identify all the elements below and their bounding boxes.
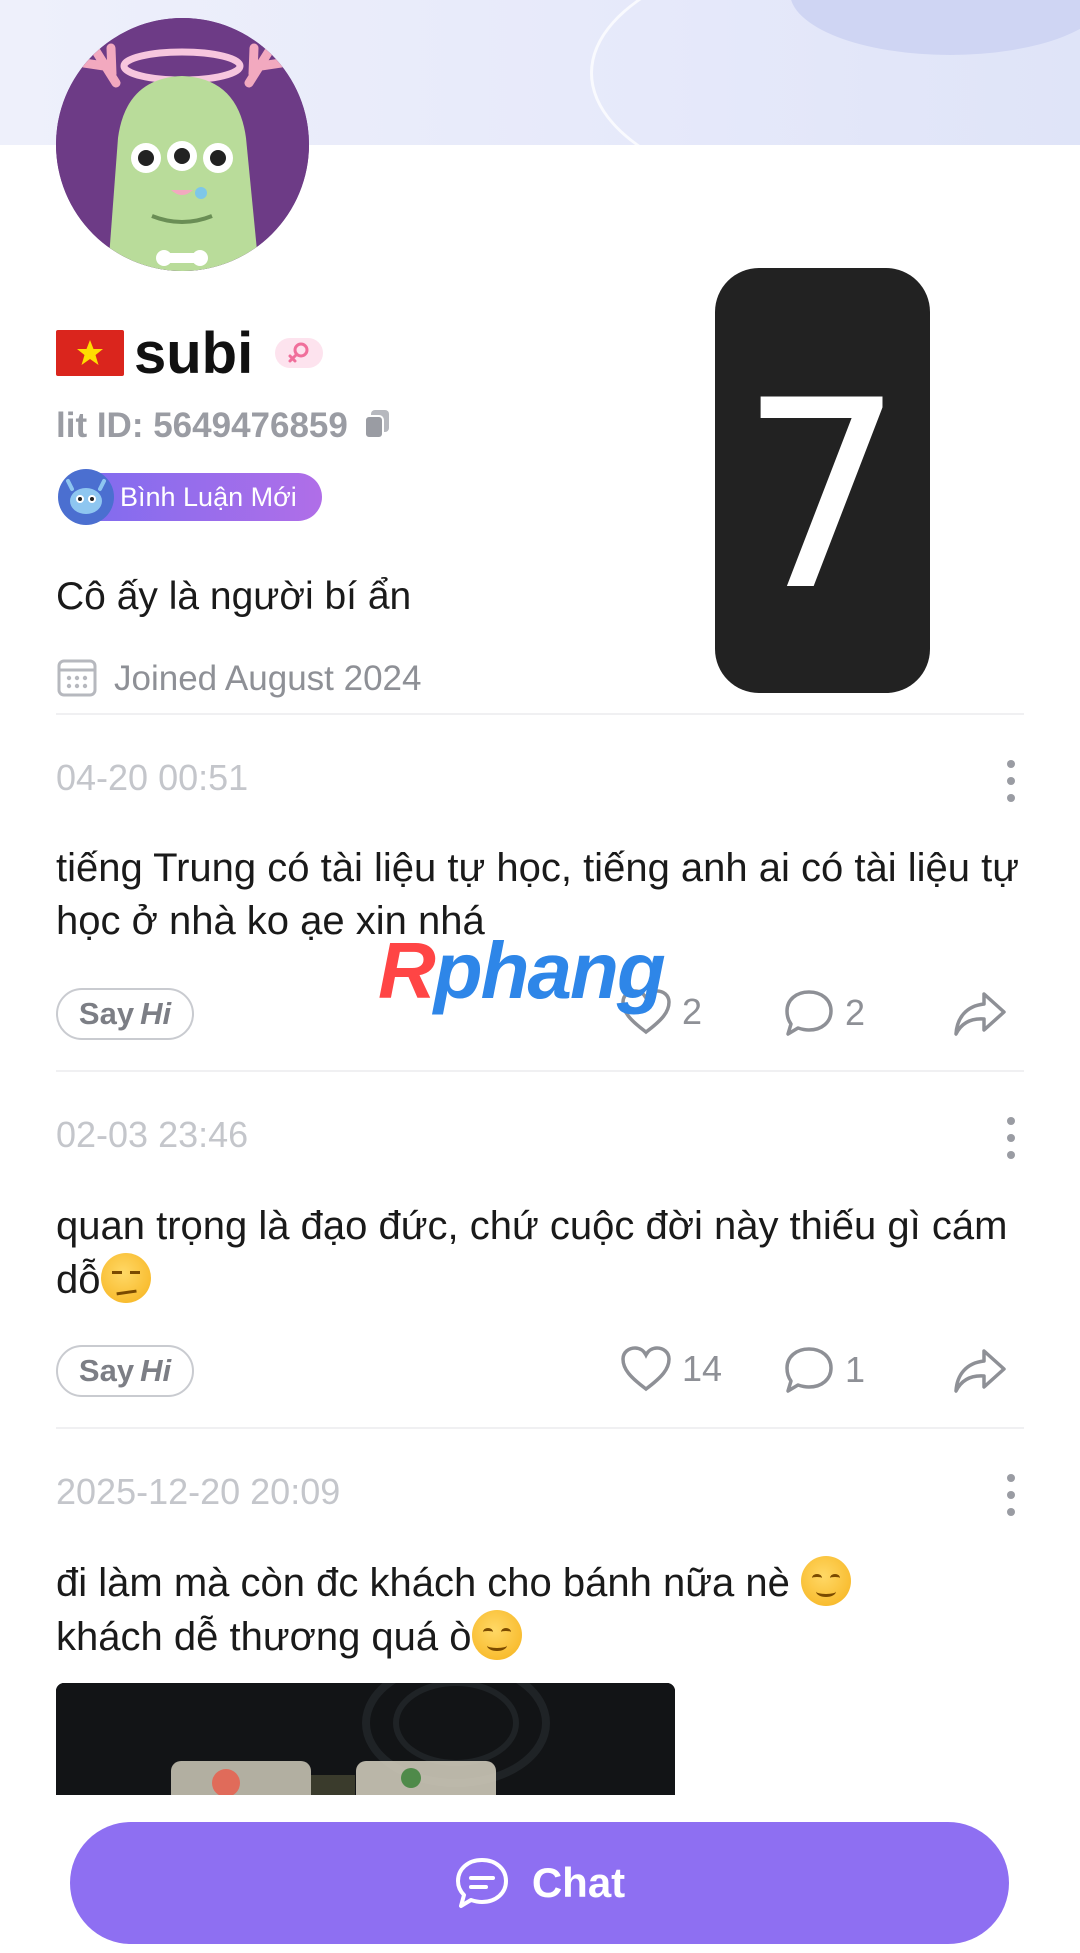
- share-arrow-icon: [954, 992, 1006, 1036]
- say-hi-button[interactable]: Say Hi: [56, 1345, 194, 1397]
- joined-row: Joined August 2024: [56, 655, 421, 703]
- say-hi-hi-label: Hi: [140, 996, 172, 1031]
- female-icon: [275, 338, 324, 368]
- username: subi: [134, 320, 254, 386]
- level-badge[interactable]: Bình Luận Mới: [58, 469, 322, 525]
- copy-icon[interactable]: [362, 408, 392, 445]
- smiling-emoji-icon: [801, 1556, 852, 1606]
- comment-button[interactable]: 1: [783, 1345, 865, 1395]
- more-options-icon[interactable]: [1006, 760, 1016, 802]
- comment-bubble-icon: [785, 990, 833, 1036]
- heart-icon: [621, 1346, 671, 1392]
- like-button[interactable]: 14: [620, 1345, 722, 1393]
- post-text-content: khách dễ thương quá ò: [56, 1615, 472, 1659]
- smirk-emoji-icon: [100, 1253, 151, 1303]
- like-count: 14: [682, 1348, 723, 1389]
- like-count: 2: [682, 991, 703, 1032]
- smiling-emoji-icon: [471, 1610, 522, 1660]
- post-text-content: quan trọng là đạo đức, chứ cuộc đời này …: [56, 1204, 1008, 1302]
- avatar[interactable]: [56, 18, 309, 271]
- joined-date: Joined August 2024: [114, 659, 422, 698]
- rank-number: 7: [739, 346, 904, 648]
- chat-button[interactable]: Chat: [70, 1822, 1009, 1944]
- name-row: subi: [56, 318, 324, 388]
- post-date: 02-03 23:46: [56, 1114, 249, 1155]
- lit-id: lit ID: 5649476859: [56, 406, 348, 445]
- post-date: 04-20 00:51: [56, 757, 249, 798]
- rank-number-tile: 7: [715, 268, 930, 693]
- level-badge-label: Bình Luận Mới: [120, 481, 297, 512]
- lit-id-row: lit ID: 5649476859: [56, 402, 392, 450]
- chat-button-label: Chat: [531, 1859, 626, 1906]
- comment-count: 2: [845, 992, 866, 1033]
- divider: [56, 1070, 1024, 1072]
- divider: [56, 1427, 1024, 1429]
- comment-bubble-icon: [785, 1347, 833, 1393]
- say-hi-say-label: Say: [78, 1353, 135, 1388]
- heart-icon: [621, 989, 671, 1035]
- say-hi-say-label: Say: [78, 996, 135, 1031]
- post-text-content: đi làm mà còn đc khách cho bánh nữa nè: [56, 1561, 790, 1605]
- more-options-icon[interactable]: [1006, 1474, 1016, 1516]
- post-photo[interactable]: [56, 1683, 675, 1803]
- share-button[interactable]: [952, 1345, 1008, 1395]
- post-text[interactable]: tiếng Trung có tài liệu tự học, tiếng an…: [56, 842, 1026, 948]
- comment-button[interactable]: 2: [783, 988, 865, 1038]
- post-text[interactable]: quan trọng là đạo đức, chứ cuộc đời này …: [56, 1200, 1026, 1307]
- vietnam-flag-icon: [56, 330, 124, 376]
- post-text-line: đi làm mà còn đc khách cho bánh nữa nè: [56, 1556, 1026, 1610]
- banner-arc-decoration: [590, 0, 1080, 145]
- calendar-icon: [56, 656, 98, 703]
- like-button[interactable]: 2: [620, 988, 702, 1036]
- share-button[interactable]: [952, 988, 1008, 1038]
- comment-count: 1: [845, 1349, 866, 1390]
- post-text[interactable]: đi làm mà còn đc khách cho bánh nữa nè k…: [56, 1556, 1026, 1664]
- say-hi-button[interactable]: Say Hi: [56, 988, 194, 1040]
- chat-bubble-icon: [455, 1858, 508, 1908]
- divider: [56, 713, 1024, 715]
- say-hi-hi-label: Hi: [140, 1353, 172, 1388]
- mascot-badge-icon: [58, 469, 114, 525]
- share-arrow-icon: [954, 1349, 1006, 1393]
- post-text-line: khách dễ thương quá ò: [56, 1610, 1026, 1664]
- monster-avatar-illustration: [56, 18, 309, 271]
- more-options-icon[interactable]: [1006, 1117, 1016, 1159]
- pastry-photo: [56, 1683, 675, 1803]
- post-date: 2025-12-20 20:09: [56, 1471, 341, 1512]
- bio-text: Cô ấy là người bí ẩn: [56, 575, 412, 618]
